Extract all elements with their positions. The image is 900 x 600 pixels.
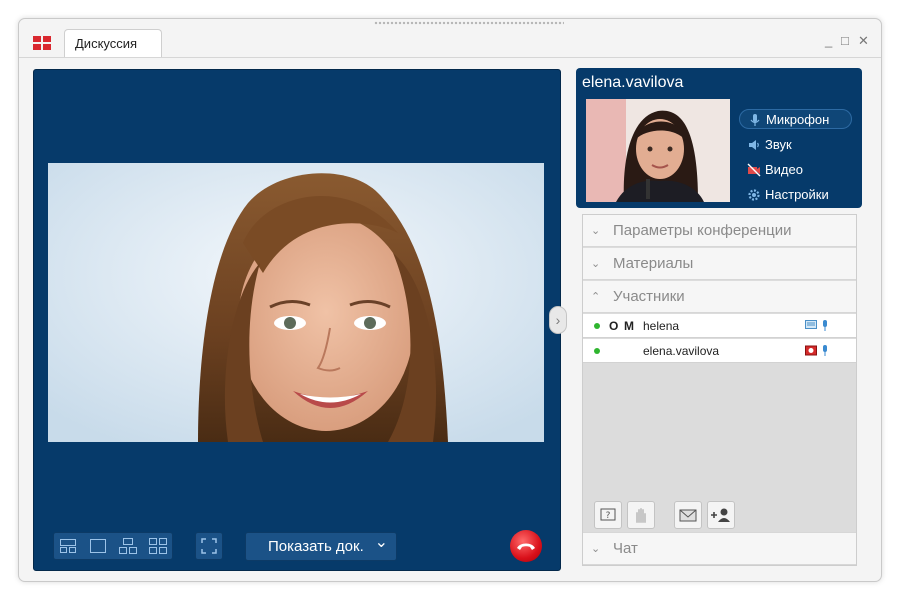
layout-focus-button[interactable] — [117, 536, 139, 556]
section-conference-settings[interactable]: ⌄ Параметры конференции — [583, 215, 856, 247]
layout-single-button[interactable] — [87, 536, 109, 556]
camera-icon — [805, 345, 817, 356]
video-label: Видео — [765, 162, 803, 177]
microphone-label: Микрофон — [766, 112, 830, 127]
remote-video — [48, 163, 544, 442]
screen-icon — [805, 320, 817, 329]
raise-hand-button[interactable] — [627, 501, 655, 529]
chevron-up-icon: ⌃ — [591, 291, 601, 303]
microphone-toggle[interactable]: Микрофон — [739, 109, 852, 129]
question-icon: ? — [600, 508, 616, 521]
section-chat[interactable]: ⌄ Чат — [583, 532, 856, 565]
request-button[interactable]: ? — [594, 501, 622, 529]
section-participants[interactable]: ⌃ Участники — [583, 281, 856, 313]
sound-toggle[interactable]: Звук — [739, 135, 852, 155]
add-user-icon — [711, 508, 730, 522]
online-status-indicator — [594, 323, 600, 329]
gear-icon — [748, 189, 760, 201]
send-message-button[interactable] — [674, 501, 702, 529]
section-materials[interactable]: ⌄ Материалы — [583, 248, 856, 280]
online-status-indicator — [594, 348, 600, 354]
sidebar-accordion: ⌄ Параметры конференции ⌄ Материалы ⌃ Уч… — [582, 214, 857, 566]
app-window: Дискуссия _ □ ✕ Показать док. ⌄ › elena.… — [18, 18, 882, 582]
fullscreen-button[interactable] — [195, 532, 223, 560]
microphone-icon — [823, 345, 827, 356]
self-user-name: elena.vavilova — [582, 74, 684, 91]
moderator-flag: M — [624, 319, 634, 333]
chevron-down-icon: ⌄ — [374, 534, 388, 551]
add-participant-button[interactable] — [707, 501, 735, 529]
show-document-dropdown[interactable]: Показать док. ⌄ — [245, 532, 397, 561]
minimize-button[interactable]: _ — [825, 34, 832, 48]
settings-button[interactable]: Настройки — [739, 185, 852, 205]
participant-name: elena.vavilova — [643, 344, 720, 358]
participant-row[interactable]: elena.vavilova — [583, 339, 856, 363]
close-button[interactable]: ✕ — [858, 34, 869, 48]
layout-grid-button[interactable] — [147, 536, 169, 556]
chevron-down-icon: ⌄ — [591, 258, 601, 270]
section-label: Чат — [613, 540, 638, 557]
hangup-icon — [517, 543, 535, 550]
layout-split-button[interactable] — [57, 536, 79, 556]
section-label: Параметры конференции — [613, 222, 792, 239]
envelope-icon — [679, 509, 697, 522]
tab-discussion[interactable]: Дискуссия — [64, 29, 162, 57]
section-label: Участники — [613, 288, 685, 305]
section-label: Материалы — [613, 255, 694, 272]
hangup-button[interactable] — [510, 530, 542, 562]
self-portrait — [586, 99, 730, 202]
tab-divider — [19, 57, 881, 58]
participant-name: helena — [643, 319, 680, 333]
hand-icon — [636, 508, 646, 523]
maximize-button[interactable]: □ — [841, 34, 849, 48]
chevron-down-icon: ⌄ — [591, 225, 601, 237]
speaker-icon — [749, 140, 759, 150]
settings-label: Настройки — [765, 187, 829, 202]
microphone-icon — [823, 320, 827, 331]
layout-button-group — [53, 532, 173, 560]
self-view-panel: elena.vavilova Микрофон Звук Видео Настр… — [576, 68, 862, 208]
drag-grip[interactable] — [374, 21, 564, 25]
microphone-icon — [750, 114, 760, 126]
show-document-label: Показать док. — [268, 538, 364, 555]
participant-row[interactable]: O M helena — [583, 314, 856, 338]
owner-flag: O — [609, 319, 619, 333]
sound-label: Звук — [765, 137, 792, 152]
app-logo-icon — [33, 36, 51, 50]
chevron-down-icon: ⌄ — [591, 543, 601, 555]
video-toggle[interactable]: Видео — [739, 160, 852, 180]
svg-text:?: ? — [606, 511, 611, 521]
self-video — [586, 99, 730, 202]
main-video-panel: Показать док. ⌄ — [33, 69, 561, 571]
video-toolbar: Показать док. ⌄ — [34, 524, 560, 570]
remote-participant-portrait — [48, 163, 544, 442]
collapse-sidebar-button[interactable]: › — [549, 306, 567, 334]
fullscreen-icon — [201, 538, 217, 554]
video-off-icon — [747, 163, 761, 177]
